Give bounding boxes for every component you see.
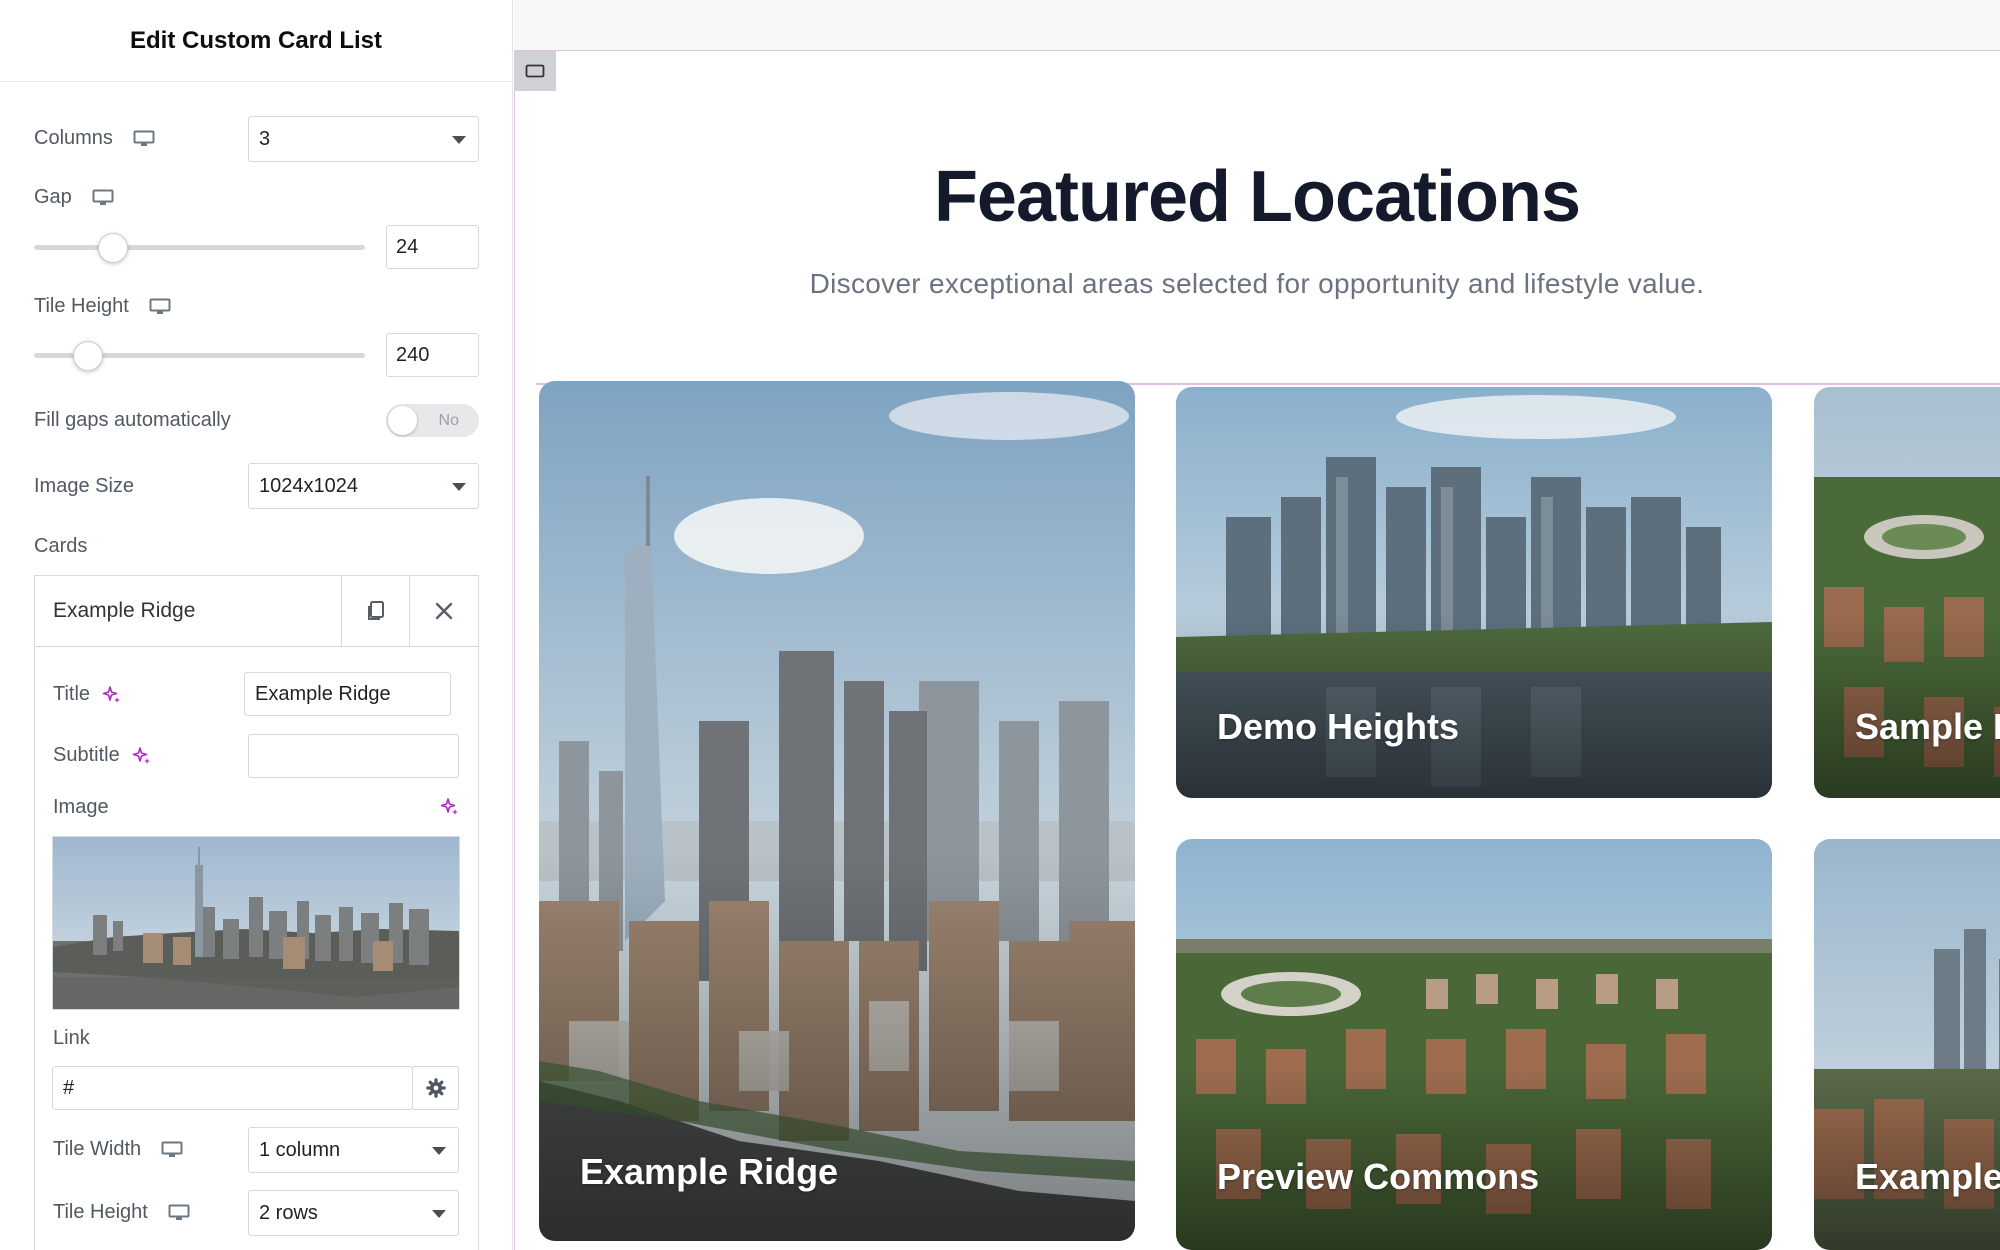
card-title: Example — [1855, 1156, 2000, 1197]
city-skyline-thumbnail — [53, 837, 459, 1009]
desktop-icon[interactable] — [92, 189, 114, 207]
cards-label: Cards — [34, 535, 88, 557]
subtitle-input[interactable] — [248, 734, 459, 778]
tile-width-field-label: Tile Width — [53, 1138, 183, 1161]
image-field-label: Image — [53, 796, 109, 818]
tile-height-slider-handle[interactable] — [73, 341, 103, 371]
desktop-icon[interactable] — [149, 298, 171, 316]
tile-width-value: 1 column — [259, 1138, 341, 1161]
columns-control: Columns — [34, 127, 155, 150]
repeater-item-title[interactable]: Example Ridge — [35, 599, 195, 623]
columns-value: 3 — [259, 127, 271, 150]
chevron-down-icon — [452, 483, 466, 491]
title-label-text: Title — [53, 683, 91, 705]
fill-gaps-label: Fill gaps automatically — [34, 409, 231, 431]
gap-control: Gap — [34, 186, 114, 209]
copy-icon — [367, 601, 384, 620]
chevron-down-icon — [452, 136, 466, 144]
tile-height-field-label: Tile Height — [53, 1201, 190, 1224]
gear-icon — [425, 1078, 446, 1098]
link-options-button[interactable] — [412, 1066, 459, 1110]
location-card[interactable]: Example Ridge — [539, 381, 1135, 1241]
repeater-item-header[interactable]: Example Ridge — [35, 576, 478, 647]
tile-height-select-value: 2 rows — [259, 1201, 318, 1224]
section-icon — [525, 64, 545, 78]
link-input-value: # — [63, 1076, 75, 1099]
page-heading: Featured Locations — [933, 157, 1581, 237]
columns-label: Columns — [34, 127, 113, 149]
toggle-state: No — [438, 412, 459, 429]
preview-canvas: Featured Locations Discover exceptional … — [514, 0, 2000, 1250]
tile-height-input[interactable]: 240 — [386, 333, 479, 377]
card-title: Demo Heights — [1217, 706, 1460, 747]
link-field-label: Link — [53, 1027, 90, 1049]
desktop-icon[interactable] — [161, 1141, 183, 1159]
card-title: Example Ridge — [580, 1151, 839, 1192]
tile-height-label: Tile Height — [34, 295, 129, 317]
title-field-label: Title — [53, 683, 122, 706]
desktop-icon[interactable] — [168, 1204, 190, 1222]
close-icon — [435, 602, 452, 620]
tile-width-select[interactable]: 1 column — [248, 1127, 459, 1173]
tile-height-value: 240 — [396, 343, 430, 366]
page-subheading: Discover exceptional areas selected for … — [809, 268, 1705, 299]
duplicate-button[interactable] — [341, 576, 409, 646]
title-input[interactable]: Example Ridge — [244, 672, 451, 716]
panel-title: Edit Custom Card List — [129, 26, 382, 54]
location-card[interactable]: Example — [1814, 839, 2000, 1250]
tile-height-control: Tile Height — [34, 295, 171, 318]
gap-slider-track[interactable] — [34, 245, 365, 250]
subtitle-label-text: Subtitle — [53, 744, 120, 766]
location-card[interactable]: Demo Heights — [1176, 387, 1772, 798]
sparkle-icon[interactable] — [440, 797, 460, 817]
image-size-value: 1024x1024 — [259, 474, 358, 497]
gap-slider-handle[interactable] — [98, 233, 128, 263]
sparkle-icon[interactable] — [132, 746, 152, 766]
location-card[interactable]: Sample E — [1814, 387, 2000, 798]
toggle-knob — [388, 406, 417, 435]
desktop-icon[interactable] — [133, 130, 155, 148]
link-input[interactable]: # — [52, 1066, 413, 1110]
title-input-value: Example Ridge — [255, 682, 391, 705]
image-preview[interactable] — [52, 836, 460, 1010]
card-title: Sample E — [1855, 706, 2000, 747]
fill-gaps-toggle[interactable]: No — [386, 404, 479, 437]
location-card[interactable]: Preview Commons — [1176, 839, 1772, 1250]
remove-button[interactable] — [409, 576, 477, 646]
tile-height-select[interactable]: 2 rows — [248, 1190, 459, 1236]
image-size-select[interactable]: 1024x1024 — [248, 463, 479, 509]
panel-header: Edit Custom Card List — [0, 0, 512, 82]
tile-width-label-text: Tile Width — [53, 1138, 142, 1160]
chevron-down-icon — [432, 1147, 446, 1155]
tile-height-label-text: Tile Height — [53, 1201, 148, 1223]
chevron-down-icon — [432, 1210, 446, 1218]
canvas-topbar — [514, 0, 2000, 51]
card-title: Preview Commons — [1217, 1156, 1540, 1197]
gap-label: Gap — [34, 186, 72, 208]
sparkle-icon[interactable] — [102, 685, 122, 705]
gap-value: 24 — [396, 235, 419, 258]
image-size-label: Image Size — [34, 475, 135, 497]
section-handle[interactable] — [514, 51, 556, 91]
subtitle-field-label: Subtitle — [53, 744, 152, 767]
